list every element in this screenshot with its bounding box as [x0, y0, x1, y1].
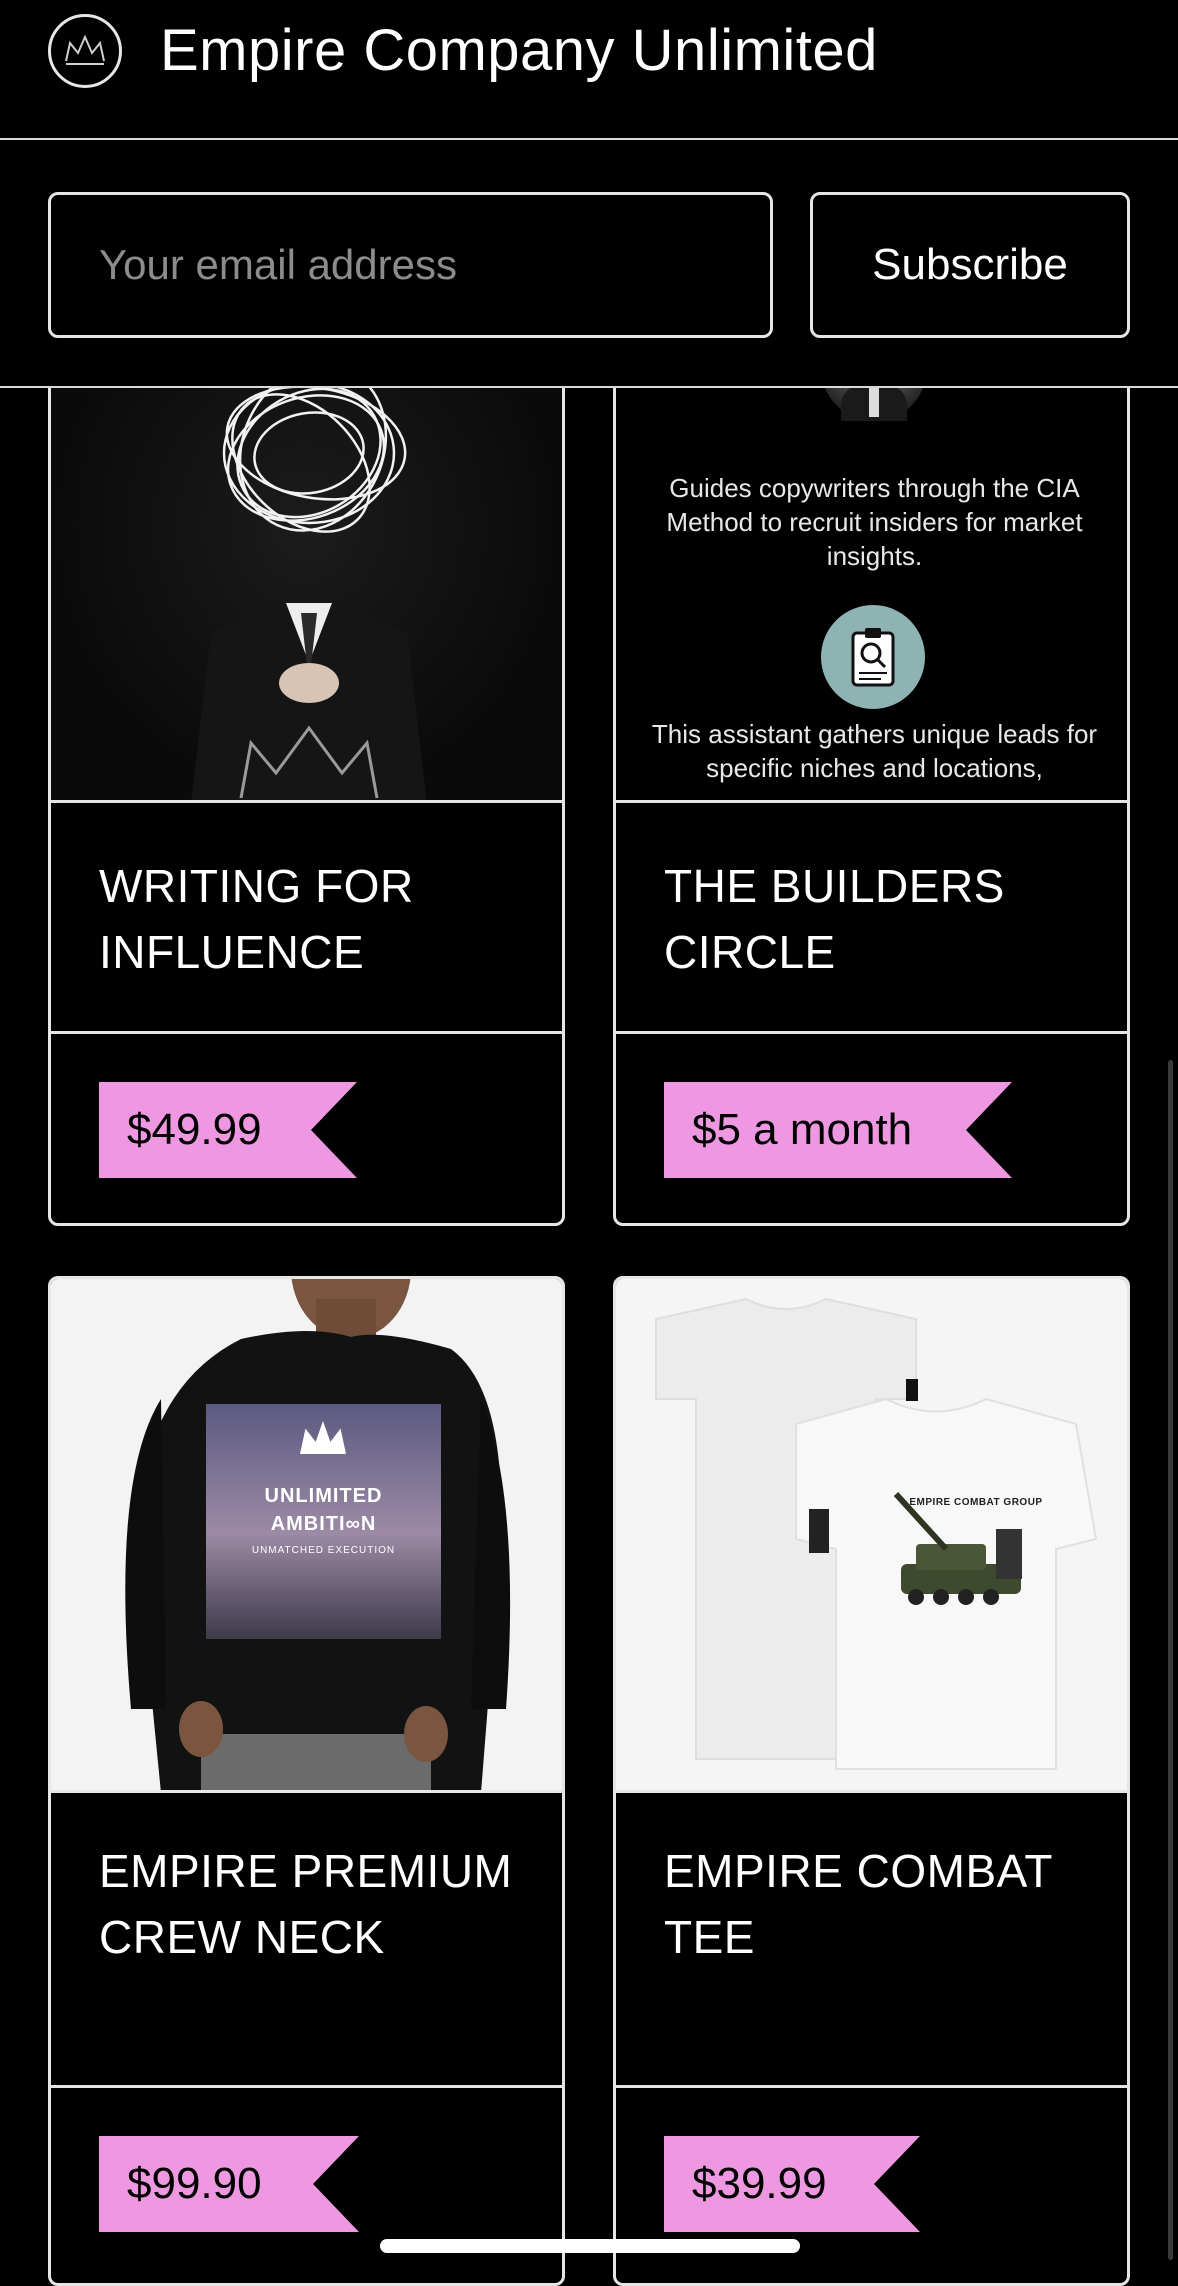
assistant-description: Guides copywriters through the CIA Metho…: [666, 473, 1083, 571]
black-sweatshirt-photo: [125, 1279, 511, 1790]
product-card-premium-crew-neck[interactable]: UNLIMITED AMBITI∞N UNMATCHED EXECUTION E…: [48, 1276, 565, 2286]
subscribe-button[interactable]: Subscribe: [810, 192, 1130, 338]
page-scrollbar[interactable]: [1168, 1060, 1173, 2260]
home-indicator[interactable]: [380, 2239, 800, 2253]
product-card-writing-for-influence[interactable]: WRITING FOR INFLUENCE $49.99: [48, 300, 565, 1226]
white-tshirt-photo: [655, 1297, 1098, 1770]
sweatshirt-print-text: UNLIMITED: [264, 1485, 383, 1507]
product-title[interactable]: EMPIRE COMBAT TEE: [664, 1838, 1094, 1970]
card-divider: [51, 2085, 562, 2088]
product-image[interactable]: EMPIRE COMBAT GROUP: [616, 1279, 1127, 1793]
card-divider: [616, 1031, 1127, 1034]
product-title[interactable]: WRITING FOR INFLUENCE: [99, 853, 529, 985]
site-header: Empire Company Unlimited: [0, 0, 1178, 140]
price-tag: $39.99: [664, 2136, 920, 2232]
card-divider: [616, 2085, 1127, 2088]
tee-print-text: EMPIRE COMBAT GROUP: [909, 1497, 1043, 1508]
product-title[interactable]: EMPIRE PREMIUM CREW NECK: [99, 1838, 529, 1970]
price-tag: $99.90: [99, 2136, 359, 2232]
product-image[interactable]: UNLIMITED AMBITI∞N UNMATCHED EXECUTION: [51, 1279, 562, 1793]
product-card-combat-tee[interactable]: EMPIRE COMBAT GROUP EMPIRE COMBAT TEE $3…: [613, 1276, 1130, 2286]
site-title[interactable]: Empire Company Unlimited: [160, 18, 878, 84]
clipboard-search-icon: [821, 605, 925, 709]
product-card-builders-circle[interactable]: Guides copywriters through the CIA Metho…: [613, 300, 1130, 1226]
price-tag: $5 a month: [664, 1082, 1012, 1178]
crown-logo-icon[interactable]: [48, 14, 122, 88]
assistant-description: This assistant gathers unique leads for …: [651, 719, 1098, 783]
card-divider: [51, 1031, 562, 1034]
email-input[interactable]: [48, 192, 773, 338]
sweatshirt-print-text: UNMATCHED EXECUTION: [251, 1545, 396, 1556]
product-title[interactable]: THE BUILDERS CIRCLE: [664, 853, 1094, 985]
sweatshirt-print-text: AMBITI∞N: [270, 1513, 377, 1535]
newsletter-bar: Subscribe: [0, 140, 1178, 388]
price-tag: $49.99: [99, 1082, 357, 1178]
